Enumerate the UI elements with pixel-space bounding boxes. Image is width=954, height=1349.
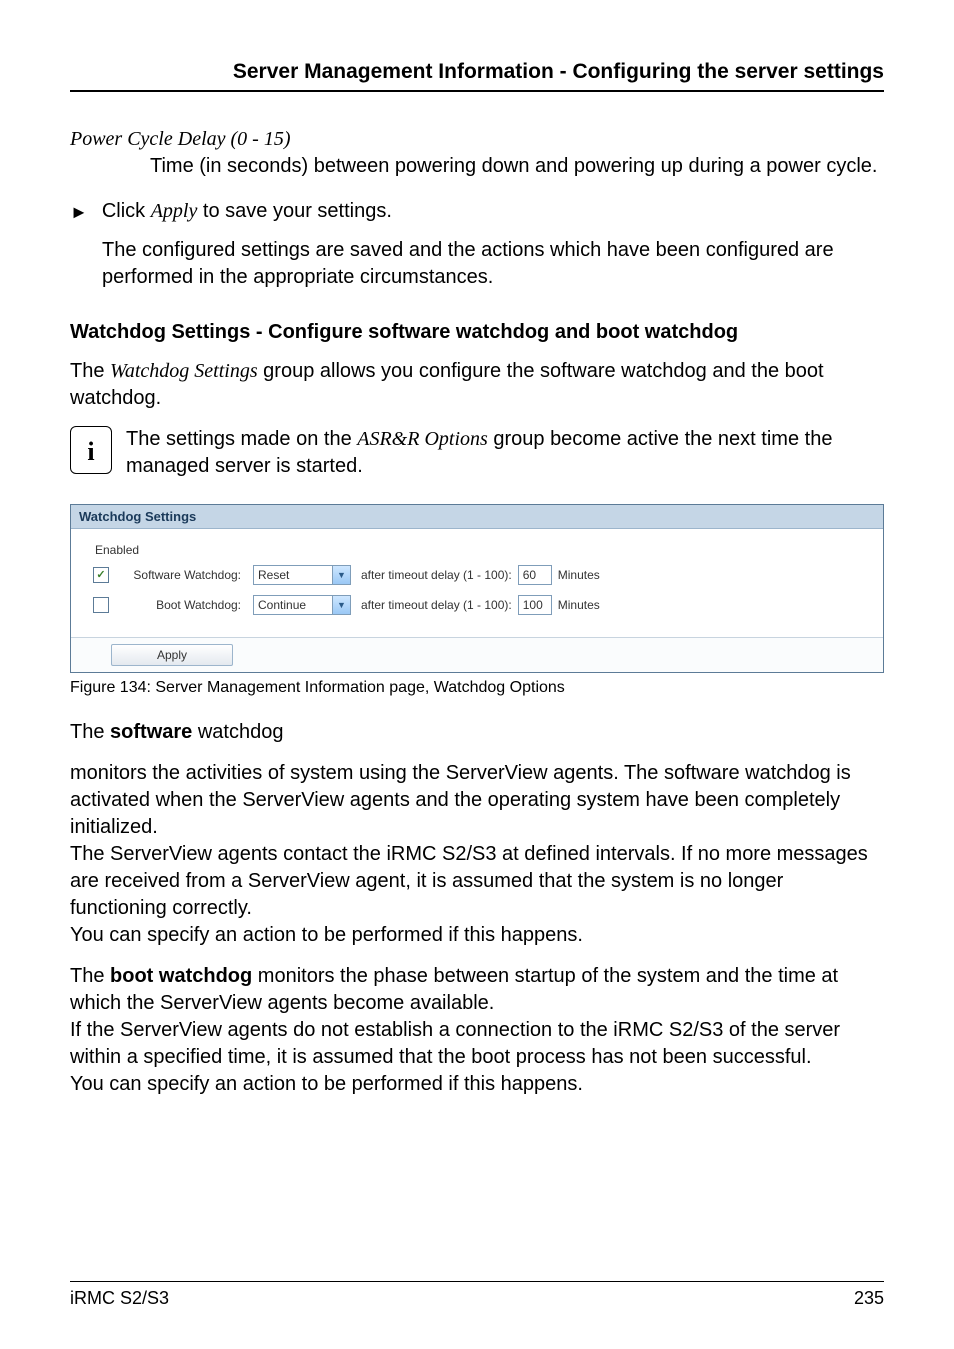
software-watchdog-checkbox[interactable]: ✓ xyxy=(93,567,109,583)
software-watchdog-unit: Minutes xyxy=(558,568,600,582)
header-title: Server Management Information - Configur… xyxy=(233,60,884,83)
panel-title: Watchdog Settings xyxy=(71,505,883,529)
software-watchdog-heading: The software watchdog xyxy=(70,719,884,746)
watchdog-section-heading: Watchdog Settings - Configure software w… xyxy=(70,321,884,344)
note: i The settings made on the ASR&R Options… xyxy=(70,426,884,480)
boot-watchdog-action-value: Continue xyxy=(253,595,333,615)
software-watchdog-row: ✓ Software Watchdog: Reset ▼ after timeo… xyxy=(93,565,865,585)
boot-watchdog-after-label: after timeout delay (1 - 100): xyxy=(361,598,512,612)
page-header: Server Management Information - Configur… xyxy=(70,60,884,92)
boot-watchdog-delay-input[interactable]: 100 xyxy=(518,595,552,615)
software-para-3: You can specify an action to be performe… xyxy=(70,922,884,949)
software-watchdog-after-label: after timeout delay (1 - 100): xyxy=(361,568,512,582)
page-footer: iRMC S2/S3 235 xyxy=(70,1281,884,1309)
figure-caption: Figure 134: Server Management Informatio… xyxy=(70,679,884,697)
software-watchdog-label: Software Watchdog: xyxy=(121,568,241,582)
software-para-1: monitors the activities of system using … xyxy=(70,760,884,841)
panel-footer: Apply xyxy=(71,637,883,672)
watchdog-intro: The Watchdog Settings group allows you c… xyxy=(70,358,884,412)
chevron-down-icon[interactable]: ▼ xyxy=(333,595,351,615)
info-icon: i xyxy=(70,426,112,474)
boot-para-2: If the ServerView agents do not establis… xyxy=(70,1017,884,1071)
panel-body: Enabled ✓ Software Watchdog: Reset ▼ aft… xyxy=(71,529,883,637)
power-cycle-heading: Power Cycle Delay (0 - 15) xyxy=(70,128,884,151)
apply-button[interactable]: Apply xyxy=(111,644,233,666)
chevron-down-icon[interactable]: ▼ xyxy=(333,565,351,585)
apply-step-text: Click Apply to save your settings. xyxy=(102,198,392,225)
boot-watchdog-label: Boot Watchdog: xyxy=(121,598,241,612)
bullet-marker-icon: ► xyxy=(70,198,88,227)
boot-watchdog-unit: Minutes xyxy=(558,598,600,612)
boot-watchdog-checkbox[interactable] xyxy=(93,597,109,613)
footer-left: iRMC S2/S3 xyxy=(70,1288,169,1309)
software-para-2: The ServerView agents contact the iRMC S… xyxy=(70,841,884,922)
boot-para-3: You can specify an action to be performe… xyxy=(70,1071,884,1098)
software-watchdog-action-select[interactable]: Reset ▼ xyxy=(253,565,351,585)
software-watchdog-action-value: Reset xyxy=(253,565,333,585)
enabled-label: Enabled xyxy=(95,543,865,557)
software-watchdog-delay-input[interactable]: 60 xyxy=(518,565,552,585)
watchdog-settings-panel: Watchdog Settings Enabled ✓ Software Wat… xyxy=(70,504,884,673)
power-cycle-body: Time (in seconds) between powering down … xyxy=(150,153,884,180)
apply-step: ► Click Apply to save your settings. xyxy=(70,198,884,227)
boot-watchdog-row: Boot Watchdog: Continue ▼ after timeout … xyxy=(93,595,865,615)
note-text: The settings made on the ASR&R Options g… xyxy=(126,426,884,480)
boot-watchdog-heading: The boot watchdog monitors the phase bet… xyxy=(70,963,884,1017)
footer-right: 235 xyxy=(854,1288,884,1309)
boot-watchdog-action-select[interactable]: Continue ▼ xyxy=(253,595,351,615)
apply-result: The configured settings are saved and th… xyxy=(102,237,884,291)
